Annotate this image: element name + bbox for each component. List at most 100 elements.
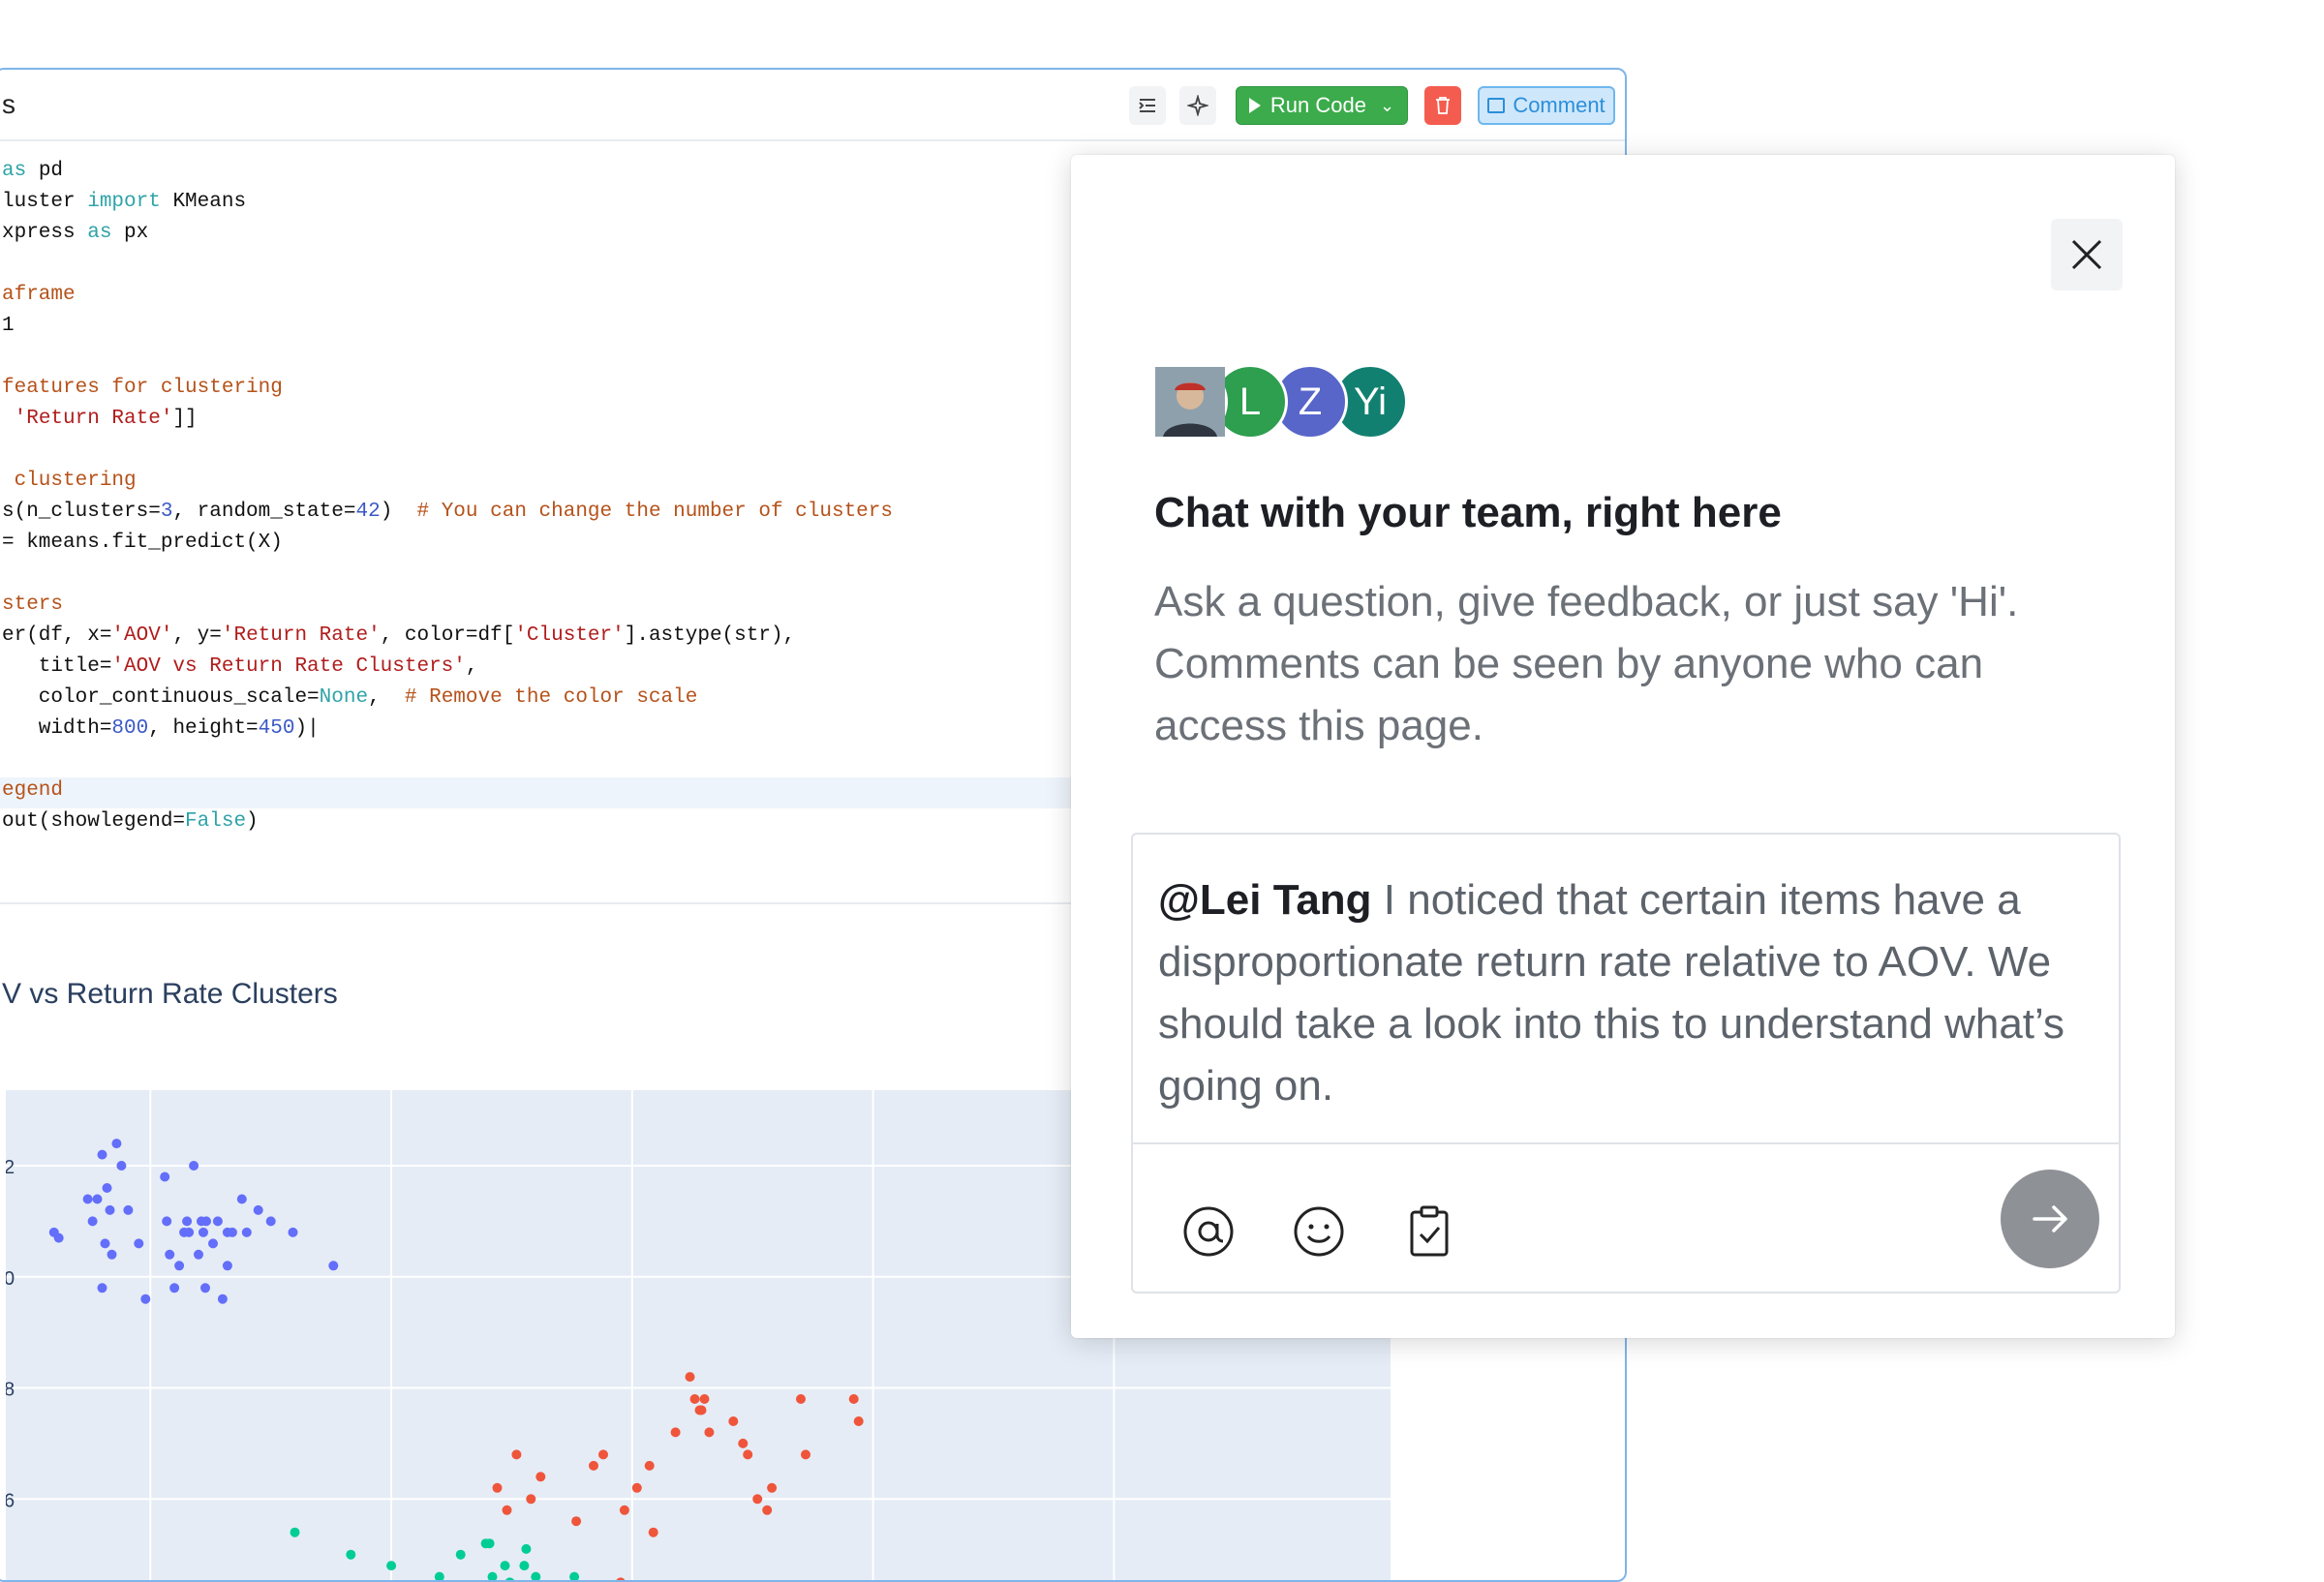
run-code-button[interactable]: Run Code ⌄ [1236,86,1408,125]
data-point[interactable] [208,1238,218,1249]
data-point[interactable] [87,1216,98,1227]
data-point[interactable] [801,1449,810,1460]
code-line[interactable]: width=800, height=450)| [2,715,320,744]
data-point[interactable] [685,1372,695,1383]
data-point[interactable] [752,1494,763,1505]
attach-task-button[interactable] [1400,1202,1458,1261]
data-point[interactable] [82,1194,93,1204]
comment-button[interactable]: Comment [1478,86,1615,125]
data-point[interactable] [328,1261,339,1271]
data-point[interactable] [631,1482,642,1493]
data-point[interactable] [670,1427,681,1438]
data-point[interactable] [107,1249,117,1260]
code-line[interactable]: s(n_clusters=3, random_state=42) # You c… [2,498,893,527]
data-point[interactable] [105,1204,115,1215]
data-point[interactable] [500,1561,510,1571]
message-input[interactable]: @Lei Tang I noticed that certain items h… [1158,869,2097,1117]
data-point[interactable] [162,1216,172,1227]
data-point[interactable] [97,1283,107,1293]
data-point[interactable] [526,1494,536,1505]
data-point[interactable] [222,1261,232,1271]
code-line[interactable]: 1 [2,312,15,341]
comment-composer[interactable]: @Lei Tang I noticed that certain items h… [1131,833,2121,1293]
data-point[interactable] [434,1571,444,1582]
data-point[interactable] [199,1227,208,1237]
delete-cell-button[interactable] [1424,86,1461,125]
data-point[interactable] [648,1527,658,1537]
ai-assist-button[interactable] [1179,86,1216,125]
data-point[interactable] [796,1394,806,1404]
code-line[interactable]: er(df, x='AOV', y='Return Rate', color=d… [2,622,795,651]
data-point[interactable] [848,1394,859,1404]
code-line[interactable]: color_continuous_scale=None, # Remove th… [2,684,698,713]
data-point[interactable] [728,1416,739,1426]
data-point[interactable] [111,1139,122,1149]
data-point[interactable] [102,1183,112,1193]
data-point[interactable] [288,1227,298,1237]
data-point[interactable] [169,1283,180,1293]
data-point[interactable] [253,1204,263,1215]
code-line[interactable]: sters [2,591,63,620]
data-point[interactable] [502,1505,512,1515]
avatar-photo[interactable] [1152,364,1228,440]
data-point[interactable] [217,1293,228,1304]
code-line[interactable]: features for clustering [2,374,283,403]
data-point[interactable] [236,1194,247,1204]
data-point[interactable] [484,1538,495,1549]
data-point[interactable] [598,1449,608,1460]
data-point[interactable] [212,1216,223,1227]
data-point[interactable] [189,1161,199,1171]
data-point[interactable] [123,1204,134,1215]
code-line[interactable]: out(showlegend=False) [2,807,259,837]
data-point[interactable] [689,1394,700,1404]
code-line[interactable]: title='AOV vs Return Rate Clusters', [2,653,478,682]
data-point[interactable] [696,1405,707,1415]
data-point[interactable] [531,1571,541,1582]
data-point[interactable] [455,1549,466,1560]
data-point[interactable] [853,1416,864,1426]
data-point[interactable] [92,1194,103,1204]
data-point[interactable] [182,1216,193,1227]
data-point[interactable] [511,1449,522,1460]
code-line[interactable]: 'Return Rate']] [2,405,198,434]
code-editor[interactable]: as pd luster import KMeans xpress as px afr… [0,147,1158,833]
data-point[interactable] [53,1232,64,1243]
data-point[interactable] [589,1460,598,1471]
data-point[interactable] [265,1216,276,1227]
data-point[interactable] [140,1293,151,1304]
data-point[interactable] [134,1238,144,1249]
code-line[interactable]: xpress as px [2,219,148,248]
data-point[interactable] [97,1149,107,1160]
chevron-down-icon[interactable]: ⌄ [1380,96,1394,116]
code-line[interactable]: = kmeans.fit_predict(X) [2,529,283,558]
data-point[interactable] [201,1216,211,1227]
data-point[interactable] [743,1449,753,1460]
data-point[interactable] [386,1561,397,1571]
data-point[interactable] [535,1472,546,1482]
code-line[interactable]: luster import KMeans [2,188,246,217]
data-point[interactable] [569,1571,580,1582]
send-button[interactable] [2001,1170,2099,1268]
format-list-button[interactable] [1129,86,1166,125]
data-point[interactable] [290,1527,300,1537]
data-point[interactable] [487,1571,498,1582]
data-point[interactable] [519,1561,530,1571]
data-point[interactable] [116,1161,127,1171]
data-point[interactable] [767,1482,778,1493]
emoji-button[interactable] [1290,1202,1348,1261]
data-point[interactable] [644,1460,655,1471]
data-point[interactable] [492,1482,503,1493]
close-button[interactable] [2051,219,2123,290]
data-point[interactable] [571,1516,582,1527]
data-point[interactable] [762,1505,773,1515]
data-point[interactable] [100,1238,110,1249]
data-point[interactable] [194,1249,203,1260]
data-point[interactable] [200,1283,210,1293]
data-point[interactable] [184,1227,195,1237]
code-line[interactable]: as pd [2,157,63,186]
data-point[interactable] [619,1505,629,1515]
data-point[interactable] [160,1171,170,1182]
data-point[interactable] [699,1394,710,1404]
data-point[interactable] [174,1261,185,1271]
data-point[interactable] [165,1249,175,1260]
